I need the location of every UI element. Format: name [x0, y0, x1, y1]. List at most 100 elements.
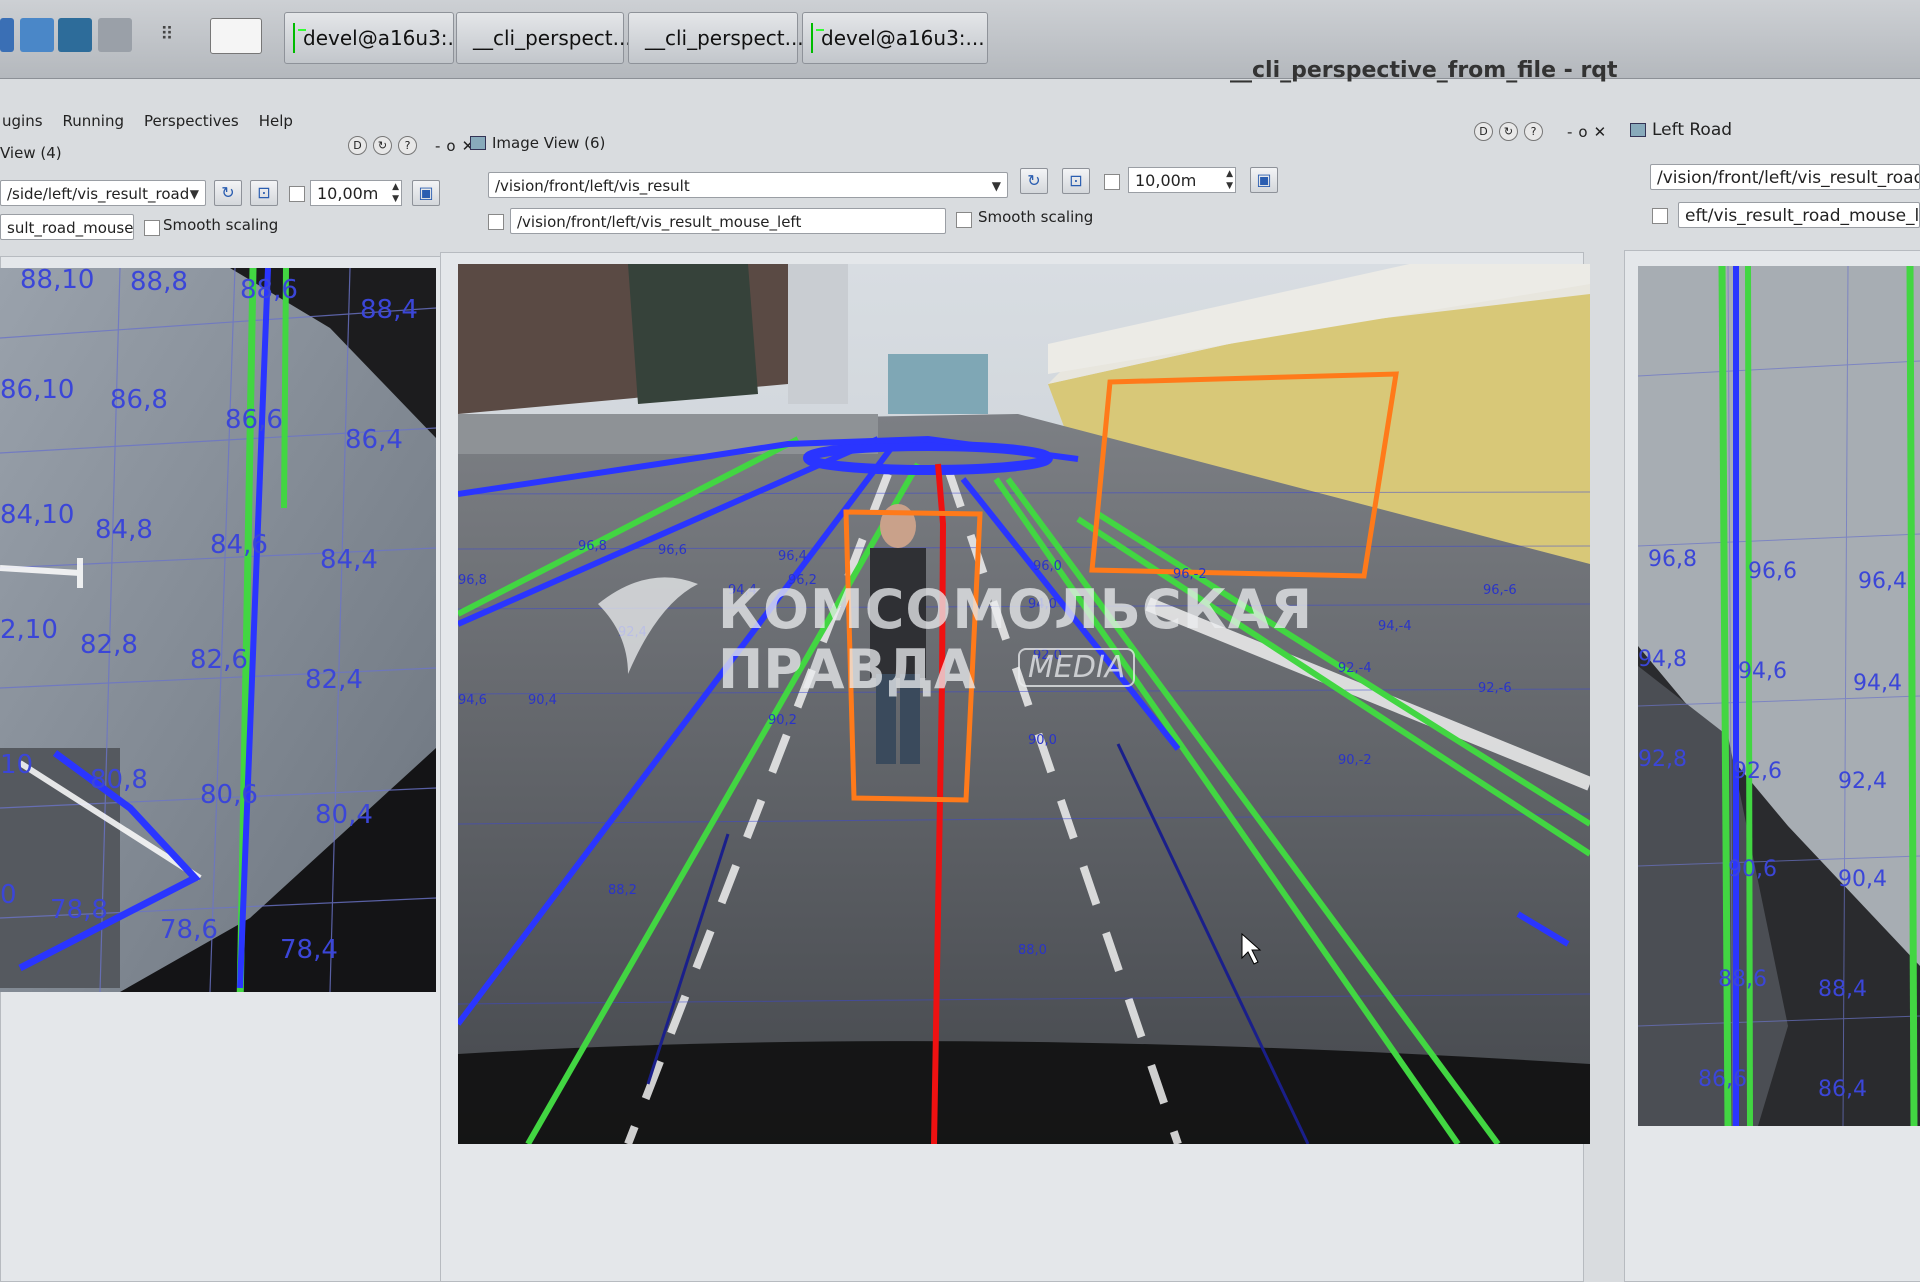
taskbar-app-rqt-2[interactable]: __cli_perspect... [628, 12, 804, 64]
left-grid-label: 86,6 [225, 405, 283, 435]
zoom-button[interactable]: ⊡ [250, 180, 278, 206]
left-panel-controls: D ↻ ? - o ✕ [348, 136, 474, 155]
left-grid-label: 88,6 [240, 275, 298, 305]
center-grid-label: 94,0 [1028, 597, 1057, 612]
center-grid-label: 90,0 [1028, 733, 1057, 748]
chevron-down-icon: ▼ [991, 179, 1001, 193]
refresh-topics-button[interactable]: ↻ [214, 180, 242, 206]
right-grid-label: 86,4 [1818, 1077, 1867, 1102]
apps-grid-icon[interactable]: ⠿ [150, 18, 184, 52]
center-mouse-topic-value: /vision/front/left/vis_result_mouse_left [517, 213, 802, 231]
right-image-view[interactable]: 96,8 96,6 96,4 94,8 94,6 94,4 92,8 92,6 92,4 90,6… [1638, 266, 1920, 1126]
center-grid-label: 94,4 [728, 583, 757, 598]
right-grid-label: 96,8 [1648, 547, 1697, 572]
right-grid-label: 86,6 [1698, 1067, 1747, 1092]
left-camera-image: 88,10 88,8 88,6 88,4 86,10 86,8 86,6 86,4 84,10 8… [0, 268, 436, 992]
menubar: ugins Running Perspectives Help [0, 112, 295, 140]
zoom-button[interactable]: ⊡ [1062, 168, 1090, 194]
refresh-topics-button[interactable]: ↻ [1020, 168, 1048, 194]
spin-arrows-icon: ▲ ▼ [1226, 169, 1233, 191]
center-grid-label: 88,0 [1018, 943, 1047, 958]
show-desktop-icon[interactable] [210, 18, 262, 54]
window-icon[interactable] [98, 18, 132, 52]
right-grid-label: 88,4 [1818, 977, 1867, 1002]
browser-icon[interactable] [58, 18, 92, 52]
center-image-view[interactable]: 96,8 96,6 96,4 96,2 96,0 96,-2 96,-6 94,4 94,0 94… [458, 264, 1590, 1144]
left-topic-select[interactable]: /side/left/vis_result_road ▼ [0, 180, 206, 206]
center-grid-label: 96,8 [458, 573, 487, 588]
menu-help[interactable]: Help [257, 112, 295, 140]
taskbar-app-terminal-2[interactable]: devel@a16u3:... [802, 12, 988, 64]
close-icon[interactable]: ✕ [1594, 123, 1607, 141]
taskbar-app-terminal-1[interactable]: devel@a16u3:... [284, 12, 467, 64]
center-mouse-topic-field[interactable]: /vision/front/left/vis_result_mouse_left [510, 208, 946, 234]
save-image-button[interactable]: ▣ [412, 180, 440, 206]
center-grid-label: 92,4 [618, 625, 647, 640]
center-grid-label: 90,4 [528, 693, 557, 708]
right-camera-image: 96,8 96,6 96,4 94,8 94,6 94,4 92,8 92,6 92,4 90,6… [1638, 266, 1920, 1126]
center-grid-label: 94,6 [458, 693, 487, 708]
menu-plugins[interactable]: ugins [0, 112, 45, 140]
right-panel-title: Left Road [1652, 120, 1733, 140]
center-grid-label: 88,2 [608, 883, 637, 898]
help-icon[interactable]: ? [398, 136, 417, 155]
right-mouse-topic-field[interactable]: eft/vis_result_road_mouse_le [1678, 202, 1920, 228]
left-mouse-topic-field[interactable]: sult_road_mouse_left [0, 214, 134, 240]
minimize-icon[interactable]: - [1567, 123, 1572, 141]
center-topic-value: /vision/front/left/vis_result [495, 177, 690, 195]
right-grid-label: 92,4 [1838, 769, 1887, 794]
center-grid-label: 96,6 [658, 543, 687, 558]
smooth-scaling-checkbox[interactable] [144, 220, 160, 236]
float-icon[interactable]: o [446, 137, 455, 155]
dock-icon[interactable]: D [1474, 122, 1493, 141]
center-grid-label: 92,-6 [1478, 681, 1512, 696]
right-panel-controls: D ↻ ? - o ✕ [1474, 122, 1606, 141]
left-image-view[interactable]: 88,10 88,8 88,6 88,4 86,10 86,8 86,6 86,4 84,10 8… [0, 268, 436, 992]
center-grid-label: 96,0 [1033, 559, 1062, 574]
center-grid-label: 92,0 [1033, 648, 1062, 663]
center-grid-label: 94,-4 [1378, 619, 1412, 634]
center-range-spinbox[interactable]: 10,00m ▲ ▼ [1128, 167, 1236, 193]
left-grid-label: 78,8 [50, 895, 108, 925]
smooth-scaling-checkbox[interactable] [956, 212, 972, 228]
reload-icon[interactable]: ↻ [373, 136, 392, 155]
spin-arrows-icon: ▲ ▼ [392, 182, 399, 204]
reload-icon[interactable]: ↻ [1499, 122, 1518, 141]
left-grid-label: 88,8 [130, 268, 188, 297]
app-menu-icon[interactable] [0, 18, 14, 52]
left-range-value: 10,00m [317, 184, 379, 203]
menu-running[interactable]: Running [61, 112, 126, 140]
left-range-spinbox[interactable]: 10,00m ▲ ▼ [310, 180, 402, 206]
files-icon[interactable] [20, 18, 54, 52]
float-icon[interactable]: o [1578, 123, 1587, 141]
smooth-scaling-label: Smooth scaling [978, 208, 1094, 226]
left-grid-label: 84,4 [320, 545, 378, 575]
center-topic-select[interactable]: /vision/front/left/vis_result ▼ [488, 172, 1008, 198]
mouse-publish-checkbox[interactable] [488, 214, 504, 230]
help-icon[interactable]: ? [1524, 122, 1543, 141]
left-grid-label: 80,6 [200, 780, 258, 810]
chevron-down-icon: ▼ [189, 187, 199, 201]
range-checkbox[interactable] [1104, 174, 1120, 190]
center-panel-header: Image View (6) [470, 134, 605, 152]
dock-icon[interactable]: D [348, 136, 367, 155]
left-grid-label: 10 [0, 750, 33, 780]
right-topic-select[interactable]: /vision/front/left/vis_result_road [1650, 164, 1920, 190]
menu-perspectives[interactable]: Perspectives [142, 112, 241, 140]
save-image-button[interactable]: ▣ [1250, 167, 1278, 193]
taskbar-app-label: devel@a16u3:... [821, 26, 985, 50]
minimize-icon[interactable]: - [435, 137, 440, 155]
left-grid-label: 84,10 [0, 500, 74, 530]
range-checkbox[interactable] [289, 186, 305, 202]
left-grid-label: 86,10 [0, 375, 74, 405]
taskbar-app-rqt-1[interactable]: __cli_perspect... [456, 12, 632, 64]
left-grid-label: 2,10 [0, 615, 58, 645]
terminal-icon [293, 23, 306, 53]
taskbar: ⠿ devel@a16u3:... __cli_perspect... __cl… [0, 0, 1920, 79]
right-grid-label: 96,6 [1748, 559, 1797, 584]
mouse-publish-checkbox[interactable] [1652, 208, 1668, 224]
right-grid-label: 94,8 [1638, 647, 1687, 672]
center-camera-image: 96,8 96,6 96,4 96,2 96,0 96,-2 96,-6 94,4 94,0 94… [458, 264, 1590, 1144]
terminal-icon [811, 23, 824, 53]
right-grid-label: 96,4 [1858, 569, 1907, 594]
